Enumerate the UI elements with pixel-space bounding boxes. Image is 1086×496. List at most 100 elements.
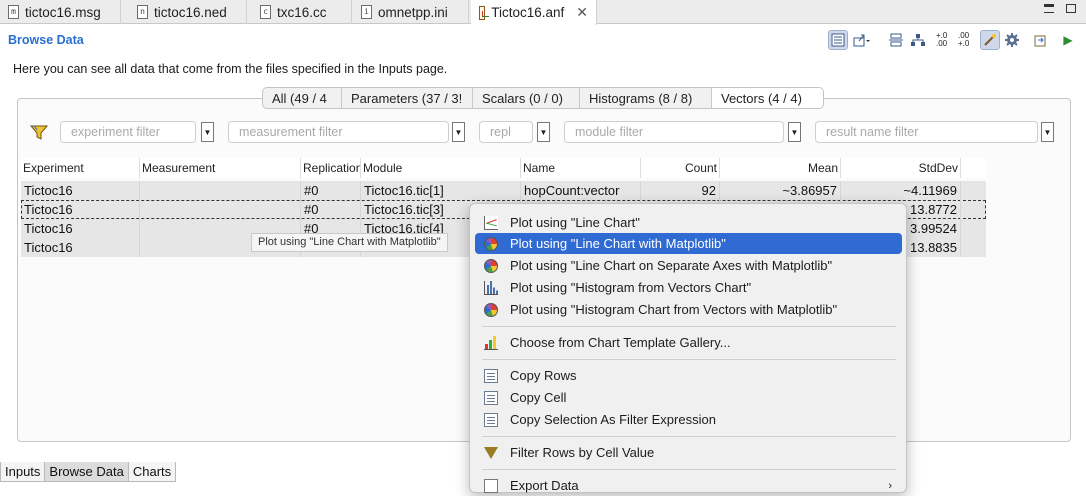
column-header-measurement[interactable]: Measurement	[140, 158, 301, 178]
editor-tab-ned[interactable]: n tictoc16.ned	[129, 0, 247, 24]
decrease-precision-icon[interactable]: .00 +.0	[958, 30, 978, 50]
matplotlib-icon	[484, 236, 498, 251]
cell-module: Tictoc16.tic[1]	[361, 181, 521, 200]
tooltip: Plot using "Line Chart with Matplotlib"	[251, 233, 448, 252]
histogram-icon	[484, 280, 498, 295]
result-name-filter-input[interactable]: result name filter	[815, 121, 1038, 143]
anf-file-icon	[479, 5, 490, 20]
menu-item-copy-rows[interactable]: Copy Rows	[475, 365, 902, 386]
menu-item-copy-cell[interactable]: Copy Cell	[475, 387, 902, 408]
copy-icon	[484, 368, 498, 383]
menu-item-label: Filter Rows by Cell Value	[510, 445, 655, 460]
close-icon[interactable]: ✕	[576, 4, 588, 21]
menu-item-label: Plot using "Line Chart with Matplotlib"	[510, 236, 726, 251]
chevron-down-icon[interactable]: ▼	[1041, 122, 1054, 142]
matplotlib-icon	[484, 302, 498, 317]
editor-tab-label: txc16.cc	[277, 4, 327, 20]
tab-browse-data[interactable]: Browse Data	[44, 462, 129, 482]
column-header-stddev[interactable]: StdDev	[841, 158, 961, 178]
cell-measurement	[140, 200, 301, 219]
menu-separator	[482, 469, 896, 470]
editor-tab-strip: m tictoc16.msg n tictoc16.ned c txc16.cc…	[0, 0, 1086, 25]
settings-gear-icon[interactable]	[1002, 30, 1022, 50]
tab-charts[interactable]: Charts	[127, 462, 177, 482]
chevron-down-icon[interactable]: ▼	[201, 122, 214, 142]
cell-experiment: Tictoc16	[21, 238, 140, 257]
editor-tab-msg[interactable]: m tictoc16.msg	[0, 0, 121, 24]
cell-experiment: Tictoc16	[21, 200, 140, 219]
menu-item-label: Plot using "Histogram Chart from Vectors…	[510, 302, 838, 317]
menu-item-label: Choose from Chart Template Gallery...	[510, 335, 731, 350]
menu-item-label: Plot using "Line Chart"	[510, 215, 640, 230]
chevron-down-icon[interactable]: ▼	[537, 122, 550, 142]
experiment-filter-input[interactable]: experiment filter	[60, 121, 196, 143]
table-header: Experiment Measurement Replication Modul…	[21, 158, 986, 178]
menu-item-label: Plot using "Line Chart on Separate Axes …	[510, 258, 833, 273]
export-menu-icon[interactable]	[852, 30, 872, 50]
menu-item-copy-selection-filter[interactable]: Copy Selection As Filter Expression	[475, 409, 902, 430]
column-header-count[interactable]: Count	[641, 158, 720, 178]
copy-icon	[484, 390, 498, 405]
column-header-mean[interactable]: Mean	[720, 158, 841, 178]
menu-item-label: Copy Selection As Filter Expression	[510, 412, 716, 427]
tab-histograms[interactable]: Histograms (8 / 8)	[580, 88, 712, 108]
show-table-icon[interactable]	[828, 30, 848, 50]
editor-tab-label: omnetpp.ini	[378, 4, 448, 20]
menu-item-plot-separate-axes-matplotlib[interactable]: Plot using "Line Chart on Separate Axes …	[475, 255, 902, 276]
maximize-icon[interactable]	[1066, 4, 1076, 13]
column-header-replication[interactable]: Replication	[301, 158, 361, 178]
menu-separator	[482, 359, 896, 360]
chevron-right-icon: ›	[888, 479, 892, 492]
measurement-filter-input[interactable]: measurement filter	[228, 121, 449, 143]
page-title: Browse Data	[8, 33, 84, 47]
menu-item-export-data[interactable]: Export Data ›	[475, 475, 902, 496]
editor-tab-label: tictoc16.msg	[25, 4, 101, 20]
filter-icon[interactable]	[29, 122, 49, 142]
copy-icon	[484, 412, 498, 427]
tab-all[interactable]: All (49 / 4	[263, 88, 342, 108]
refresh-icon[interactable]	[1030, 30, 1050, 50]
increase-precision-icon[interactable]: +.0 .00	[936, 30, 956, 50]
menu-item-plot-histogram-matplotlib[interactable]: Plot using "Histogram Chart from Vectors…	[475, 299, 902, 320]
cell-stddev: ~4.11969	[841, 181, 961, 200]
menu-item-plot-line-chart[interactable]: Plot using "Line Chart"	[475, 212, 902, 233]
table-row[interactable]: Tictoc16 #0 Tictoc16.tic[1] hopCount:vec…	[21, 181, 986, 200]
menu-separator	[482, 436, 896, 437]
cell-mean: ~3.86957	[720, 181, 841, 200]
run-icon[interactable]: ▶	[1058, 30, 1078, 50]
cell-count: 92	[641, 181, 720, 200]
module-filter-input[interactable]: module filter	[564, 121, 784, 143]
matplotlib-icon	[484, 258, 498, 273]
replication-filter-input[interactable]: repl	[479, 121, 533, 143]
tab-scalars[interactable]: Scalars (0 / 0)	[473, 88, 580, 108]
menu-item-label: Copy Rows	[510, 368, 577, 383]
column-header-experiment[interactable]: Experiment	[21, 158, 140, 178]
msg-file-icon: m	[8, 5, 19, 19]
column-header-module[interactable]: Module	[361, 158, 521, 178]
tab-inputs[interactable]: Inputs	[0, 462, 46, 482]
menu-item-filter-rows[interactable]: Filter Rows by Cell Value	[475, 442, 902, 463]
cell-experiment: Tictoc16	[21, 219, 140, 238]
tab-parameters[interactable]: Parameters (37 / 3!	[342, 88, 473, 108]
menu-separator	[482, 326, 896, 327]
tab-vectors[interactable]: Vectors (4 / 4)	[712, 88, 823, 108]
filter-icon	[484, 446, 498, 459]
ini-file-icon: i	[361, 5, 372, 19]
editor-tab-anf[interactable]: Tictoc16.anf ✕	[471, 0, 597, 25]
wand-icon[interactable]	[980, 30, 1000, 50]
cell-name: hopCount:vector	[521, 181, 641, 200]
context-menu: Plot using "Line Chart" Plot using "Line…	[469, 203, 907, 493]
chevron-down-icon[interactable]: ▼	[452, 122, 465, 142]
column-header-name[interactable]: Name	[521, 158, 641, 178]
chevron-down-icon[interactable]: ▼	[788, 122, 801, 142]
menu-item-plot-histogram-vectors[interactable]: Plot using "Histogram from Vectors Chart…	[475, 277, 902, 298]
menu-item-plot-line-chart-matplotlib[interactable]: Plot using "Line Chart with Matplotlib"	[475, 233, 902, 254]
editor-tab-ini[interactable]: i omnetpp.ini	[353, 0, 469, 24]
category-tab-bar: All (49 / 4 Parameters (37 / 3! Scalars …	[262, 87, 824, 109]
editor-tab-cc[interactable]: c txc16.cc	[252, 0, 352, 24]
menu-item-chart-template-gallery[interactable]: Choose from Chart Template Gallery...	[475, 332, 902, 353]
minimize-icon[interactable]	[1044, 4, 1054, 13]
menu-item-label: Export Data	[510, 478, 579, 493]
expand-all-icon[interactable]	[886, 30, 906, 50]
tree-layout-icon[interactable]	[908, 30, 928, 50]
